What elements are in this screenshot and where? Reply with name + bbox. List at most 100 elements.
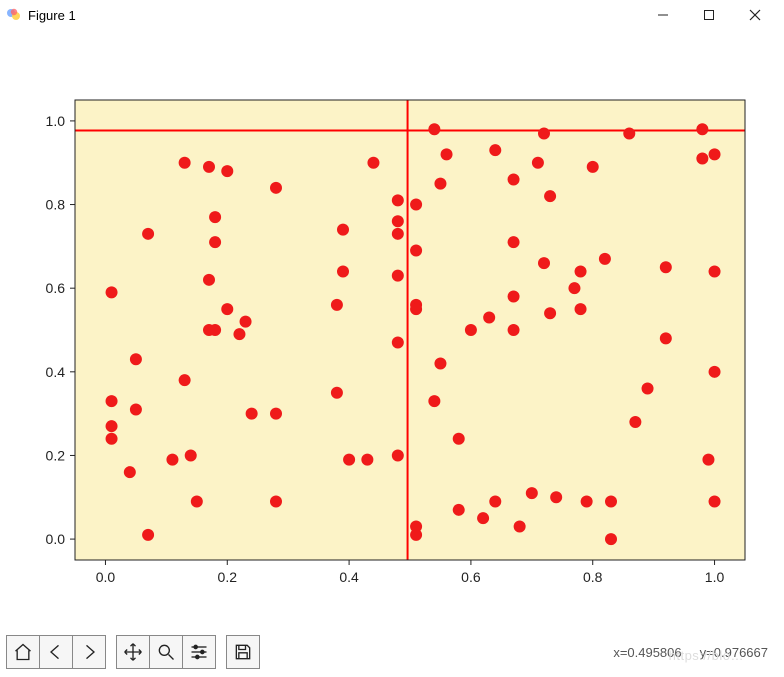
scatter-point [410,521,422,533]
scatter-point [410,303,422,315]
scatter-point [538,127,550,139]
scatter-point [550,491,562,503]
scatter-point [605,533,617,545]
scatter-point [587,161,599,173]
scatter-point [142,228,154,240]
ytick-label: 1.0 [46,113,66,129]
scatter-point [270,495,282,507]
scatter-point [489,495,501,507]
home-button[interactable] [6,635,40,669]
scatter-point [343,454,355,466]
scatter-point [453,504,465,516]
scatter-point [441,148,453,160]
scatter-point [337,265,349,277]
scatter-point [514,521,526,533]
window-title: Figure 1 [28,8,76,23]
forward-button[interactable] [72,635,106,669]
scatter-point [660,261,672,273]
minimize-button[interactable] [640,0,686,30]
scatter-point [508,291,520,303]
scatter-point [642,383,654,395]
scatter-point [532,157,544,169]
save-button[interactable] [226,635,260,669]
app-icon [6,7,22,23]
scatter-point [179,157,191,169]
xtick-label: 0.8 [583,569,603,585]
scatter-point [581,495,593,507]
scatter-point [392,228,404,240]
scatter-point [702,454,714,466]
scatter-point [538,257,550,269]
scatter-point [508,324,520,336]
scatter-point [130,403,142,415]
configure-button[interactable] [182,635,216,669]
scatter-point [709,495,721,507]
scatter-point [240,316,252,328]
scatter-point [410,199,422,211]
zoom-button[interactable] [149,635,183,669]
scatter-point [221,165,233,177]
ytick-label: 0.2 [46,447,66,463]
scatter-point [526,487,538,499]
scatter-point [179,374,191,386]
xtick-label: 0.6 [461,569,481,585]
scatter-point [361,454,373,466]
scatter-point [709,265,721,277]
scatter-point [709,148,721,160]
scatter-point [489,144,501,156]
scatter-point [191,495,203,507]
scatter-point [434,357,446,369]
scatter-point [599,253,611,265]
scatter-point [331,299,343,311]
figure-canvas[interactable]: 0.00.20.40.60.81.00.00.20.40.60.81.0 [0,30,784,627]
scatter-point [568,282,580,294]
scatter-point [124,466,136,478]
maximize-button[interactable] [686,0,732,30]
scatter-point [410,245,422,257]
scatter-point [209,211,221,223]
titlebar: Figure 1 [0,0,784,30]
scatter-point [209,324,221,336]
scatter-point [629,416,641,428]
scatter-point [660,332,672,344]
scatter-point [605,495,617,507]
scatter-point [337,224,349,236]
scatter-point [130,353,142,365]
scatter-point [434,178,446,190]
scatter-point [544,307,556,319]
back-button[interactable] [39,635,73,669]
scatter-point [392,270,404,282]
scatter-point [696,153,708,165]
ytick-label: 0.4 [46,364,66,380]
scatter-point [477,512,489,524]
scatter-point [185,449,197,461]
xtick-label: 1.0 [705,569,725,585]
scatter-point [465,324,477,336]
xtick-label: 0.4 [339,569,359,585]
scatter-point [709,366,721,378]
scatter-point [367,157,379,169]
scatter-point [203,161,215,173]
nav-toolbar: x=0.495806 y=0.976667 [0,627,784,677]
ytick-label: 0.0 [46,531,66,547]
scatter-point [428,395,440,407]
scatter-point [270,182,282,194]
scatter-point [428,123,440,135]
scatter-point [623,127,635,139]
scatter-point [508,173,520,185]
scatter-point [392,194,404,206]
scatter-point [392,215,404,227]
scatter-point [106,433,118,445]
scatter-point [270,408,282,420]
close-button[interactable] [732,0,778,30]
scatter-point [696,123,708,135]
scatter-point [483,311,495,323]
pan-button[interactable] [116,635,150,669]
scatter-point [392,337,404,349]
scatter-point [166,454,178,466]
scatter-point [575,303,587,315]
scatter-point [142,529,154,541]
scatter-point [544,190,556,202]
scatter-point [106,286,118,298]
scatter-point [575,265,587,277]
